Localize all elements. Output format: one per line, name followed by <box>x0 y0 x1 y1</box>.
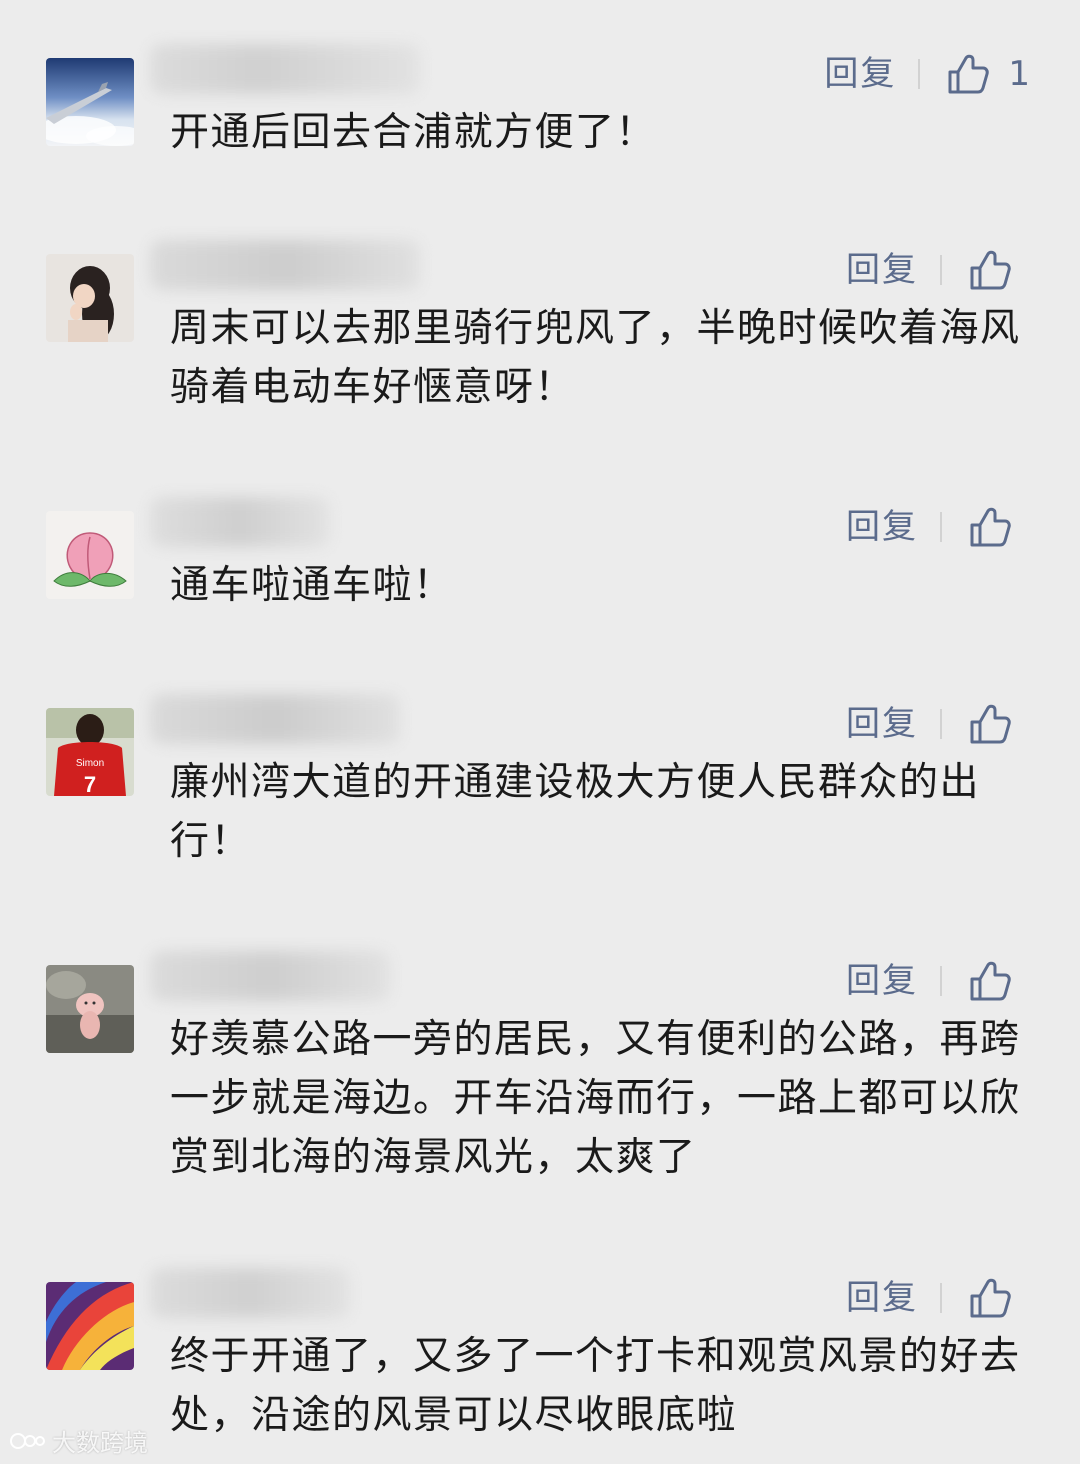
divider <box>940 1283 942 1313</box>
avatar[interactable]: Simon 7 <box>46 708 134 796</box>
comment-text: 开通后回去合浦就方便了！ <box>170 110 657 155</box>
reply-button[interactable]: 回复 <box>846 957 918 1005</box>
thumbs-up-icon <box>948 54 990 94</box>
nickname-blurred <box>150 497 330 547</box>
reply-button[interactable]: 回复 <box>846 246 918 294</box>
nickname-blurred <box>150 951 390 1001</box>
avatar[interactable] <box>46 965 134 1053</box>
comment-actions: 回复 <box>846 700 1030 748</box>
jersey-lettering: Simon <box>76 758 104 769</box>
comment-actions: 回复 <box>846 1274 1030 1322</box>
like-count: 1 <box>1008 54 1030 94</box>
comment-actions: 回复 <box>846 957 1030 1005</box>
piglet-image <box>46 965 134 1053</box>
avatar[interactable] <box>46 1282 134 1370</box>
like-button[interactable] <box>968 702 1030 746</box>
like-button[interactable] <box>968 248 1030 292</box>
reply-button[interactable]: 回复 <box>846 700 918 748</box>
like-button[interactable] <box>968 1276 1030 1320</box>
divider <box>918 59 921 89</box>
nickname-blurred <box>150 240 420 290</box>
colorful-feathers-image <box>46 1282 134 1370</box>
divider <box>940 512 942 542</box>
avatar[interactable] <box>46 254 134 342</box>
like-button[interactable] <box>968 959 1030 1003</box>
like-button[interactable] <box>968 505 1030 549</box>
comment-text: 好羡慕公路一旁的居民，又有便利的公路，再跨一步就是海边。开车沿海而行，一路上都可… <box>170 1017 1021 1180</box>
like-button[interactable]: 1 <box>946 50 1030 98</box>
thumbs-up-icon <box>970 961 1011 1001</box>
comment-actions: 回复 <box>846 503 1030 551</box>
divider <box>940 255 942 285</box>
nickname-blurred <box>150 694 400 744</box>
comment-text: 终于开通了，又多了一个打卡和观赏风景的好去处，沿途的风景可以尽收眼底啦 <box>170 1334 1021 1438</box>
comment-text: 周末可以去那里骑行兜风了，半晚时候吹着海风骑着电动车好惬意呀！ <box>170 306 1021 410</box>
comment-actions: 回复 1 <box>824 50 1030 98</box>
thumbs-up-icon <box>970 704 1011 744</box>
watermark-logo-icon <box>10 1432 45 1449</box>
nickname-blurred <box>150 44 420 94</box>
avatar[interactable] <box>46 511 134 599</box>
airplane-wing-image <box>46 58 134 146</box>
watermark: 大数跨境 <box>8 1423 148 1458</box>
comment-actions: 回复 <box>846 246 1030 294</box>
jersey-number: 7 <box>84 772 96 796</box>
thumbs-up-icon <box>970 507 1011 547</box>
reply-button[interactable]: 回复 <box>846 1274 918 1322</box>
nickname-blurred <box>150 1268 350 1318</box>
watermark-text: 大数跨境 <box>52 1429 148 1457</box>
thumbs-up-icon <box>970 250 1011 290</box>
reply-button[interactable]: 回复 <box>846 503 918 551</box>
reply-button[interactable]: 回复 <box>824 50 896 98</box>
divider <box>940 966 942 996</box>
divider <box>940 709 942 739</box>
peach-drawing-image <box>46 511 134 599</box>
boy-red-jersey-image: Simon 7 <box>46 708 134 796</box>
comment-text: 廉州湾大道的开通建设极大方便人民群众的出行！ <box>170 760 981 864</box>
thumbs-up-icon <box>970 1278 1011 1318</box>
avatar[interactable] <box>46 58 134 146</box>
comment-text: 通车啦通车啦！ <box>170 563 454 608</box>
girl-portrait-image <box>46 254 134 342</box>
